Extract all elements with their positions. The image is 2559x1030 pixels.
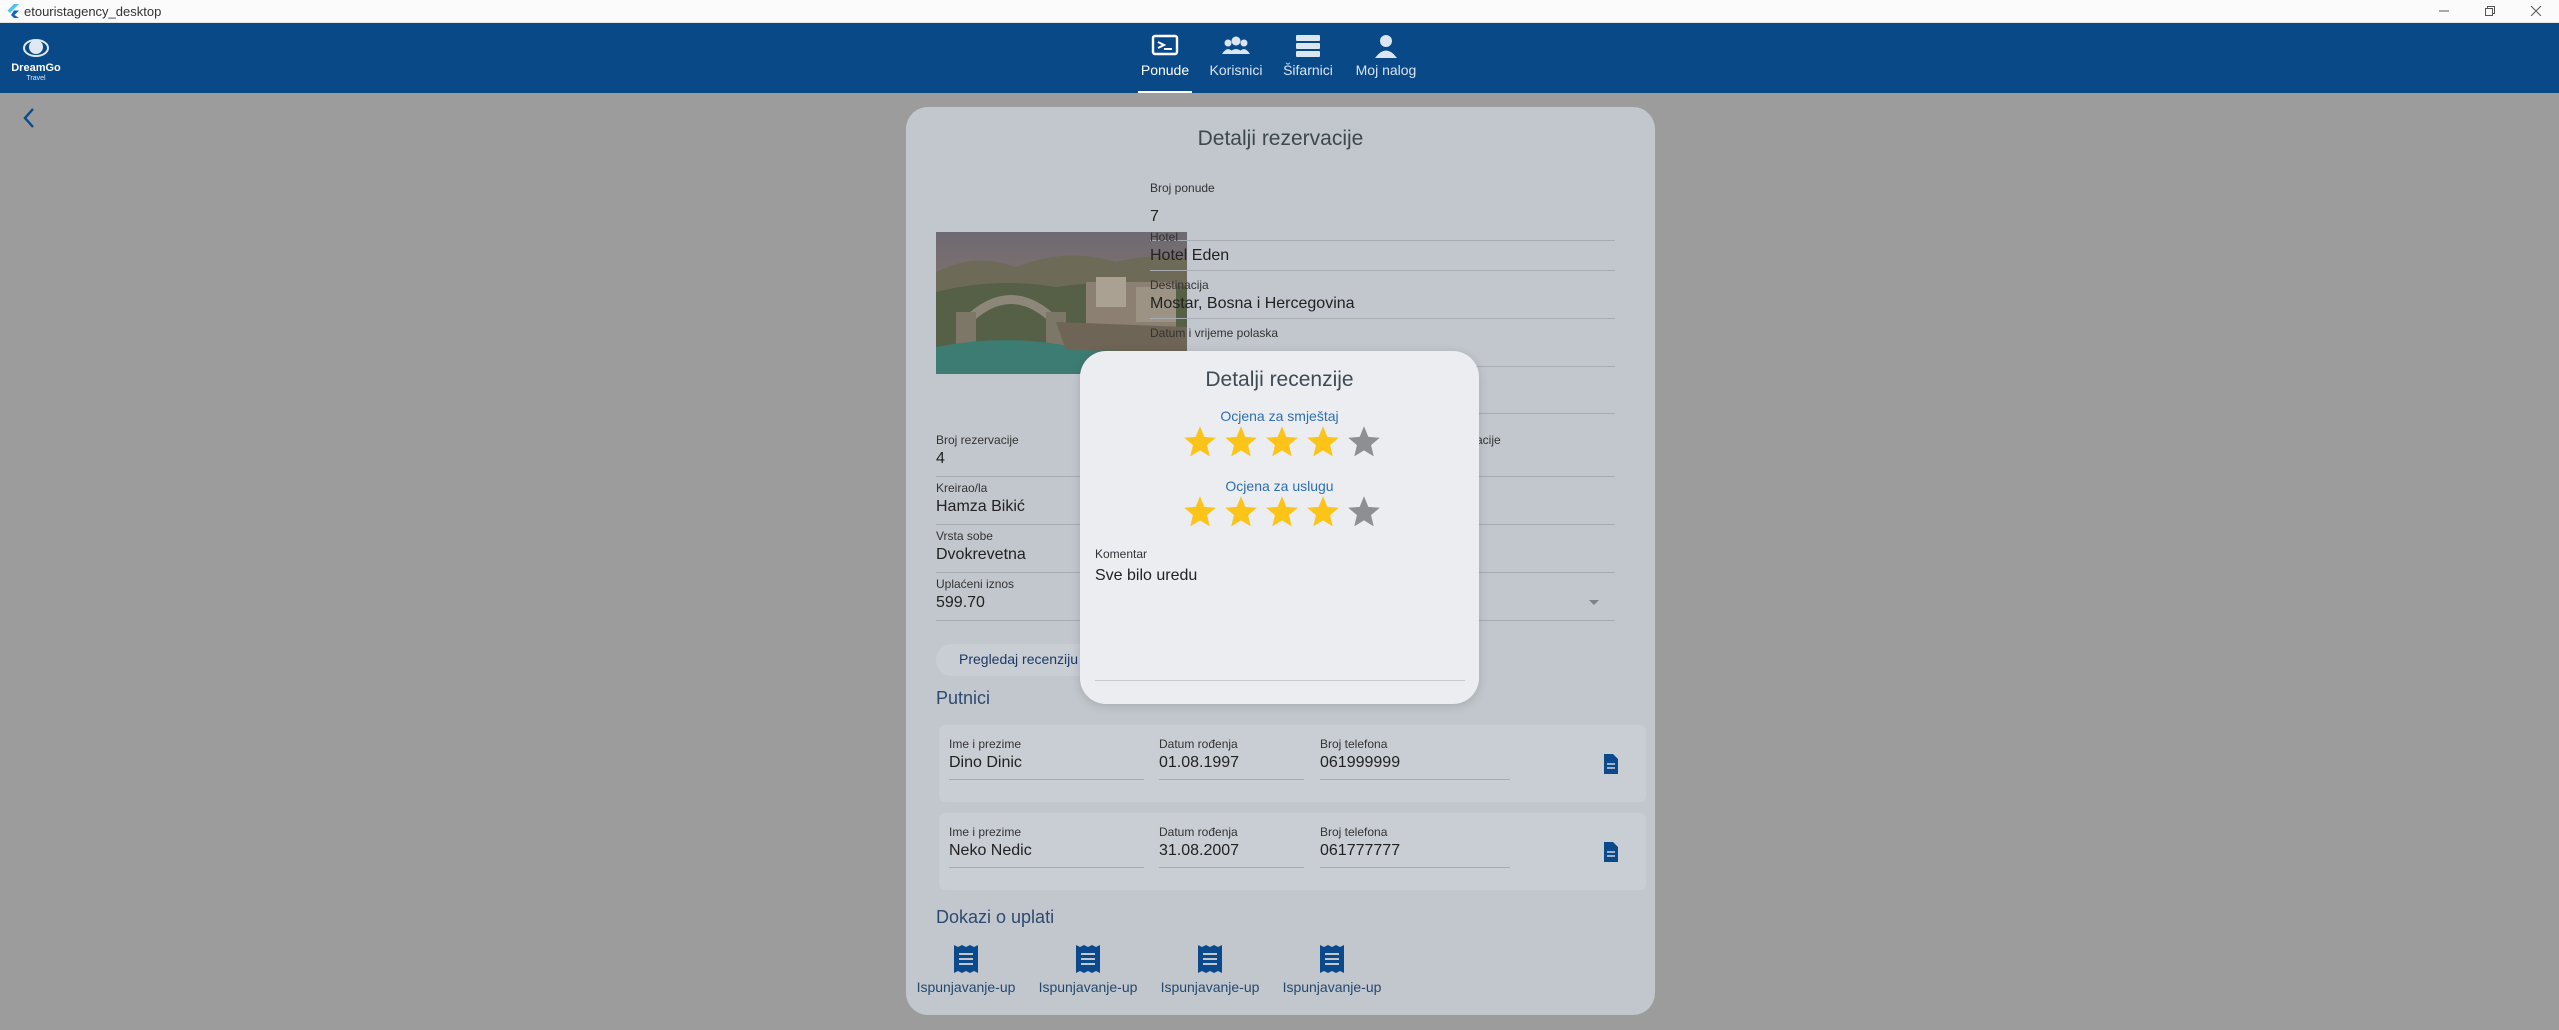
dropdown-arrow-icon[interactable]	[1588, 599, 1600, 607]
traveler-name: Ime i prezime Dino Dinic	[949, 737, 1144, 780]
field-label: Broj telefona	[1320, 737, 1388, 751]
nav-moj-nalog[interactable]: Moj nalog	[1350, 33, 1422, 89]
field-label: Broj telefona	[1320, 825, 1388, 839]
traveler-dob: Datum rođenja 01.08.1997	[1159, 737, 1304, 780]
close-window-button[interactable]	[2513, 0, 2559, 22]
field-value: 31.08.2007	[1159, 842, 1240, 859]
svg-text:DreamGo: DreamGo	[11, 62, 61, 74]
dialog-title: Detalji recenzije	[1205, 368, 1354, 391]
payments-heading: Dokazi o uplati	[936, 907, 1055, 927]
field-label: Hotel	[1150, 230, 1179, 244]
restore-button[interactable]	[2467, 0, 2513, 22]
field-hotel: Hotel Hotel Eden	[1150, 230, 1615, 271]
users-icon	[1222, 36, 1250, 54]
traveler-name: Ime i prezime Neko Nedic	[949, 825, 1144, 868]
field-label: Ime i prezime	[949, 737, 1022, 751]
receipt-icon	[1198, 945, 1222, 973]
comment-text: Sve bilo uredu	[1095, 567, 1198, 584]
field-label: Broj ponude	[1150, 181, 1215, 195]
minimize-icon	[2439, 10, 2449, 12]
service-rating-label: Ocjena za uslugu	[1225, 478, 1334, 494]
review-details-dialog: Detalji recenzije Ocjena za smještaj Ocj…	[1080, 351, 1479, 704]
nav-sifarnici-label: Šifarnici	[1283, 62, 1333, 78]
nav-ponude-label: Ponude	[1140, 62, 1190, 78]
payment-proof-label: Ispunjavanje-up	[1160, 979, 1260, 995]
restore-icon	[2485, 6, 2495, 16]
star-filled-icon	[1225, 426, 1257, 457]
field-value: 061999999	[1320, 754, 1401, 771]
star-filled-icon	[1184, 426, 1216, 457]
payment-proof-label: Ispunjavanje-up	[1038, 979, 1138, 995]
comment-label: Komentar	[1095, 547, 1148, 561]
flutter-app-icon	[7, 4, 19, 18]
receipt-icon	[954, 945, 978, 973]
close-icon	[2530, 6, 2542, 16]
field-label: Datum rođenja	[1159, 825, 1238, 839]
field-value: 7	[1150, 208, 1159, 225]
document-icon[interactable]	[1602, 753, 1620, 775]
back-arrow-icon[interactable]	[20, 106, 40, 130]
star-empty-icon	[1348, 496, 1380, 527]
account-icon	[1375, 35, 1397, 58]
field-label: Ime i prezime	[949, 825, 1022, 839]
field-value: Neko Nedic	[949, 842, 1032, 859]
traveler-phone: Broj telefona 061777777	[1320, 825, 1510, 868]
accommodation-rating-label: Ocjena za smještaj	[1220, 408, 1339, 424]
field-value: Mostar, Bosna i Hercegovina	[1150, 295, 1355, 312]
star-filled-icon	[1266, 426, 1298, 457]
offers-icon	[1151, 34, 1179, 56]
payment-proof-label: Ispunjavanje-up	[1282, 979, 1382, 995]
page-title: Detalji rezervacije	[1197, 127, 1364, 150]
comment-field: Komentar Sve bilo uredu	[1095, 547, 1465, 681]
field-value: 061777777	[1320, 842, 1401, 859]
window-title: etouristagency_desktop	[24, 4, 162, 19]
nav-korisnici-label: Korisnici	[1209, 62, 1263, 78]
star-filled-icon	[1225, 496, 1257, 527]
star-empty-icon	[1348, 426, 1380, 457]
star-filled-icon	[1184, 496, 1216, 527]
receipt-icon	[1076, 945, 1100, 973]
star-filled-icon	[1266, 496, 1298, 527]
service-rating-stars	[1182, 494, 1382, 534]
payment-proof[interactable]: Ispunjavanje-up	[1150, 943, 1270, 995]
list-icon	[1296, 35, 1320, 57]
payment-proof[interactable]: Ispunjavanje-up	[906, 943, 1026, 995]
field-value: 01.08.1997	[1159, 754, 1240, 771]
field-label: Destinacija	[1150, 278, 1209, 292]
traveler-card: Ime i prezime Dino Dinic Datum rođenja 0…	[939, 725, 1646, 802]
traveler-card: Ime i prezime Neko Nedic Datum rođenja 3…	[939, 813, 1646, 890]
svg-text:Travel: Travel	[26, 75, 46, 82]
field-value: Dino Dinic	[949, 754, 1022, 771]
payment-proof-label: Ispunjavanje-up	[916, 979, 1016, 995]
field-label: Datum rođenja	[1159, 737, 1238, 751]
document-icon[interactable]	[1602, 841, 1620, 863]
nav-sifarnici[interactable]: Šifarnici	[1278, 33, 1338, 89]
app-navbar: DreamGo Travel Ponude Korisnici Šifarnic…	[0, 23, 2559, 93]
accommodation-rating-stars	[1182, 424, 1382, 464]
minimize-button[interactable]	[2421, 0, 2467, 22]
payment-proof[interactable]: Ispunjavanje-up	[1028, 943, 1148, 995]
nav-korisnici[interactable]: Korisnici	[1204, 33, 1268, 89]
field-destinacija: Destinacija Mostar, Bosna i Hercegovina	[1150, 278, 1615, 319]
field-value: Hotel Eden	[1150, 247, 1230, 264]
nav-ponude[interactable]: Ponude	[1138, 33, 1192, 93]
window-titlebar: etouristagency_desktop	[0, 0, 2559, 23]
payment-proof[interactable]: Ispunjavanje-up	[1272, 943, 1392, 995]
star-filled-icon	[1307, 496, 1339, 527]
partial-label: acije	[1476, 433, 1501, 447]
travelers-heading: Putnici	[936, 688, 991, 708]
traveler-phone: Broj telefona 061999999	[1320, 737, 1510, 780]
nav-moj-nalog-label: Moj nalog	[1355, 62, 1417, 78]
dreamgo-logo: DreamGo Travel	[11, 39, 61, 82]
receipt-icon	[1320, 945, 1344, 973]
active-tab-indicator	[1138, 91, 1192, 93]
field-label: Datum i vrijeme polaska	[1150, 326, 1279, 340]
traveler-dob: Datum rođenja 31.08.2007	[1159, 825, 1304, 868]
star-filled-icon	[1307, 426, 1339, 457]
